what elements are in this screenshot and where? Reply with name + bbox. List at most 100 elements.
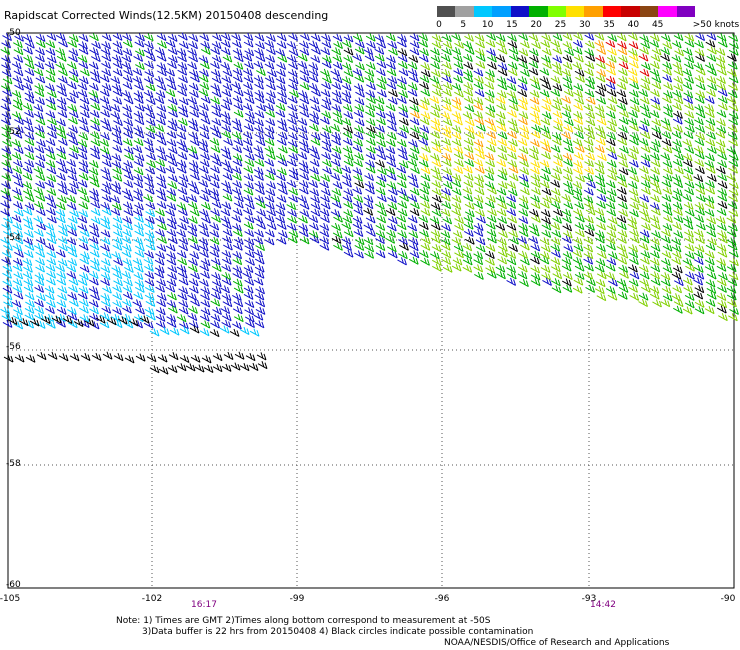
wind-barb bbox=[112, 299, 123, 308]
wind-barb bbox=[596, 200, 606, 209]
wind-barb bbox=[219, 325, 230, 334]
wind-barb bbox=[275, 208, 286, 217]
wind-barb bbox=[46, 270, 57, 279]
wind-barb bbox=[166, 228, 177, 237]
wind-barb bbox=[650, 159, 661, 168]
wind-barb bbox=[33, 111, 44, 120]
wind-barb bbox=[35, 172, 46, 182]
wind-barb bbox=[67, 320, 78, 329]
wind-barb bbox=[618, 167, 629, 176]
wind-barb bbox=[44, 193, 55, 203]
wind-barb bbox=[605, 285, 616, 295]
wind-barb bbox=[88, 173, 99, 183]
wind-barb bbox=[343, 125, 353, 134]
wind-barb bbox=[662, 74, 673, 83]
wind-barb bbox=[113, 229, 123, 238]
wind-barb bbox=[572, 236, 583, 245]
wind-barb bbox=[650, 88, 660, 98]
wind-barb bbox=[518, 48, 529, 57]
wind-barb bbox=[685, 271, 695, 280]
wind-barb bbox=[487, 235, 497, 244]
wind-barb bbox=[563, 88, 574, 97]
wind-barb bbox=[330, 172, 341, 181]
wind-barb bbox=[562, 54, 573, 63]
wind-barb bbox=[398, 160, 409, 169]
wind-barb bbox=[518, 96, 528, 105]
wind-barb bbox=[594, 104, 605, 113]
wind-barb bbox=[442, 61, 452, 70]
wind-barb bbox=[572, 249, 583, 258]
wind-barb bbox=[682, 173, 693, 182]
wind-barb bbox=[662, 293, 673, 302]
wind-barb bbox=[221, 180, 231, 189]
wind-barb bbox=[55, 263, 66, 272]
wind-barb bbox=[485, 257, 495, 266]
wind-barb bbox=[409, 47, 420, 56]
wind-barb bbox=[716, 207, 727, 216]
wind-barb bbox=[683, 201, 694, 210]
wind-barb bbox=[682, 306, 693, 315]
wind-barb bbox=[673, 277, 684, 287]
wind-barb bbox=[585, 222, 595, 231]
wind-barb bbox=[385, 207, 396, 216]
wind-barb bbox=[101, 82, 112, 91]
wind-barb bbox=[145, 110, 156, 119]
wind-barb bbox=[342, 103, 353, 112]
wind-barb bbox=[506, 180, 517, 189]
wind-barb bbox=[575, 214, 585, 223]
wind-barb bbox=[101, 60, 111, 69]
wind-barb bbox=[320, 173, 331, 182]
wind-barb bbox=[143, 194, 154, 203]
wind-barb bbox=[266, 90, 276, 99]
wind-barb bbox=[451, 236, 462, 245]
wind-barb bbox=[134, 82, 144, 91]
wind-barb bbox=[210, 165, 220, 174]
wind-barb bbox=[101, 194, 112, 203]
wind-barb bbox=[242, 53, 253, 62]
wind-barb bbox=[100, 201, 111, 210]
wind-barb bbox=[704, 62, 715, 71]
wind-barb bbox=[343, 54, 354, 63]
wind-barb bbox=[462, 165, 473, 174]
wind-barb bbox=[167, 33, 178, 42]
wind-barb bbox=[365, 109, 375, 118]
wind-barb bbox=[606, 229, 617, 239]
wind-barb bbox=[1, 173, 12, 182]
wind-barb bbox=[364, 250, 375, 259]
wind-barb bbox=[341, 82, 352, 91]
wind-barb bbox=[354, 152, 364, 161]
wind-barb bbox=[34, 305, 45, 315]
wind-barb bbox=[552, 270, 563, 280]
wind-barb bbox=[165, 75, 176, 84]
wind-barb bbox=[572, 285, 583, 294]
wind-barb bbox=[47, 117, 57, 126]
wind-barb bbox=[454, 215, 464, 224]
wind-barb bbox=[419, 117, 430, 126]
wind-barb bbox=[574, 201, 585, 210]
wind-barb bbox=[573, 83, 584, 92]
wind-barb bbox=[682, 138, 693, 147]
wind-barb bbox=[220, 285, 230, 294]
wind-barb bbox=[166, 202, 177, 211]
wind-barb bbox=[430, 202, 441, 211]
wind-barb bbox=[695, 82, 706, 91]
wind-barb bbox=[187, 194, 198, 203]
wind-barb bbox=[210, 313, 221, 322]
wind-barb bbox=[497, 138, 508, 147]
wind-barb bbox=[57, 195, 67, 204]
wind-barb bbox=[189, 109, 200, 118]
wind-barb bbox=[618, 116, 629, 125]
wind-barb bbox=[113, 278, 123, 287]
wind-barb bbox=[717, 284, 727, 293]
wind-barb bbox=[122, 298, 132, 307]
wind-barb bbox=[244, 277, 255, 286]
wind-barb bbox=[288, 229, 299, 238]
wind-barb bbox=[23, 54, 34, 63]
wind-barb bbox=[650, 237, 660, 246]
wind-barb bbox=[420, 200, 430, 209]
wind-barb bbox=[398, 68, 409, 77]
wind-barb bbox=[122, 258, 133, 267]
wind-barb bbox=[441, 97, 452, 106]
wind-barb bbox=[222, 82, 233, 91]
wind-barb bbox=[550, 88, 561, 97]
